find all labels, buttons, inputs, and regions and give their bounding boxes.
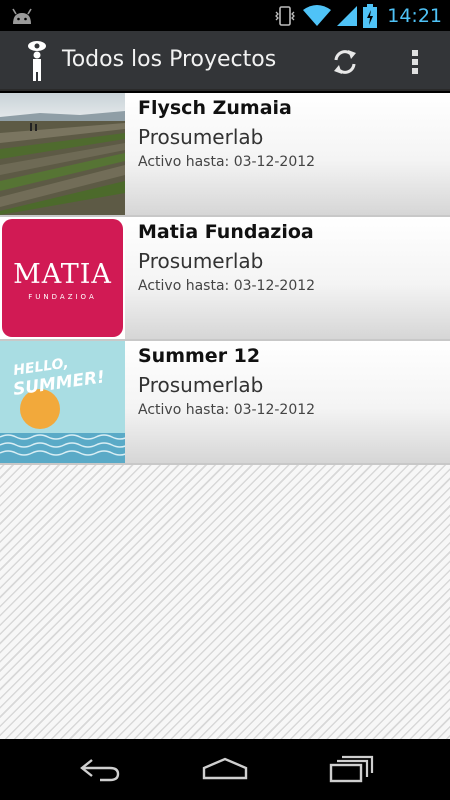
project-active-until: Activo hasta: 03-12-2012 xyxy=(138,278,316,294)
page-title: Todos los Proyectos xyxy=(62,47,277,72)
matia-logo-sub: FUNDAZIOA xyxy=(28,293,97,301)
project-thumbnail: HELLO, SUMMER! xyxy=(0,341,125,463)
project-organization: Prosumerlab xyxy=(138,249,264,273)
signal-icon xyxy=(337,6,358,26)
back-icon xyxy=(80,759,120,782)
home-icon xyxy=(202,757,248,780)
status-clock: 14:21 xyxy=(387,5,442,27)
overflow-menu-icon xyxy=(412,50,418,74)
battery-charging-icon xyxy=(363,4,378,28)
project-thumbnail xyxy=(0,93,125,215)
status-icons: 14:21 xyxy=(273,4,442,28)
overflow-menu-button[interactable] xyxy=(398,43,432,81)
project-active-until: Activo hasta: 03-12-2012 xyxy=(138,154,316,170)
project-name: Flysch Zumaia xyxy=(138,97,292,119)
project-thumbnail: MATIA FUNDAZIOA xyxy=(0,217,125,339)
matia-logo-word: MATIA xyxy=(13,259,112,290)
recents-button[interactable] xyxy=(321,751,381,787)
project-item-flysch-zumaia[interactable]: Flysch Zumaia Prosumerlab Activo hasta: … xyxy=(0,93,450,217)
project-active-until: Activo hasta: 03-12-2012 xyxy=(138,402,316,418)
refresh-icon xyxy=(334,50,356,74)
home-button[interactable] xyxy=(195,751,255,787)
matia-logo: MATIA FUNDAZIOA xyxy=(2,219,123,337)
project-name: Matia Fundazioa xyxy=(138,221,314,243)
project-item-matia-fundazioa[interactable]: MATIA FUNDAZIOA Matia Fundazioa Prosumer… xyxy=(0,217,450,341)
status-bar: 14:21 xyxy=(0,0,450,31)
recents-icon xyxy=(329,755,374,783)
vibrate-icon xyxy=(275,6,296,26)
app-logo-icon[interactable] xyxy=(24,40,50,82)
project-list[interactable]: Flysch Zumaia Prosumerlab Activo hasta: … xyxy=(0,93,450,739)
refresh-button[interactable] xyxy=(326,43,364,81)
back-button[interactable] xyxy=(70,751,130,787)
android-debug-icon xyxy=(12,8,32,24)
wifi-icon xyxy=(303,5,332,26)
navigation-bar xyxy=(0,739,450,800)
action-bar: Todos los Proyectos xyxy=(0,31,450,91)
project-organization: Prosumerlab xyxy=(138,373,264,397)
project-item-summer-12[interactable]: HELLO, SUMMER! Summer 12 Prosumerlab Act… xyxy=(0,341,450,465)
project-organization: Prosumerlab xyxy=(138,125,264,149)
project-name: Summer 12 xyxy=(138,345,261,367)
